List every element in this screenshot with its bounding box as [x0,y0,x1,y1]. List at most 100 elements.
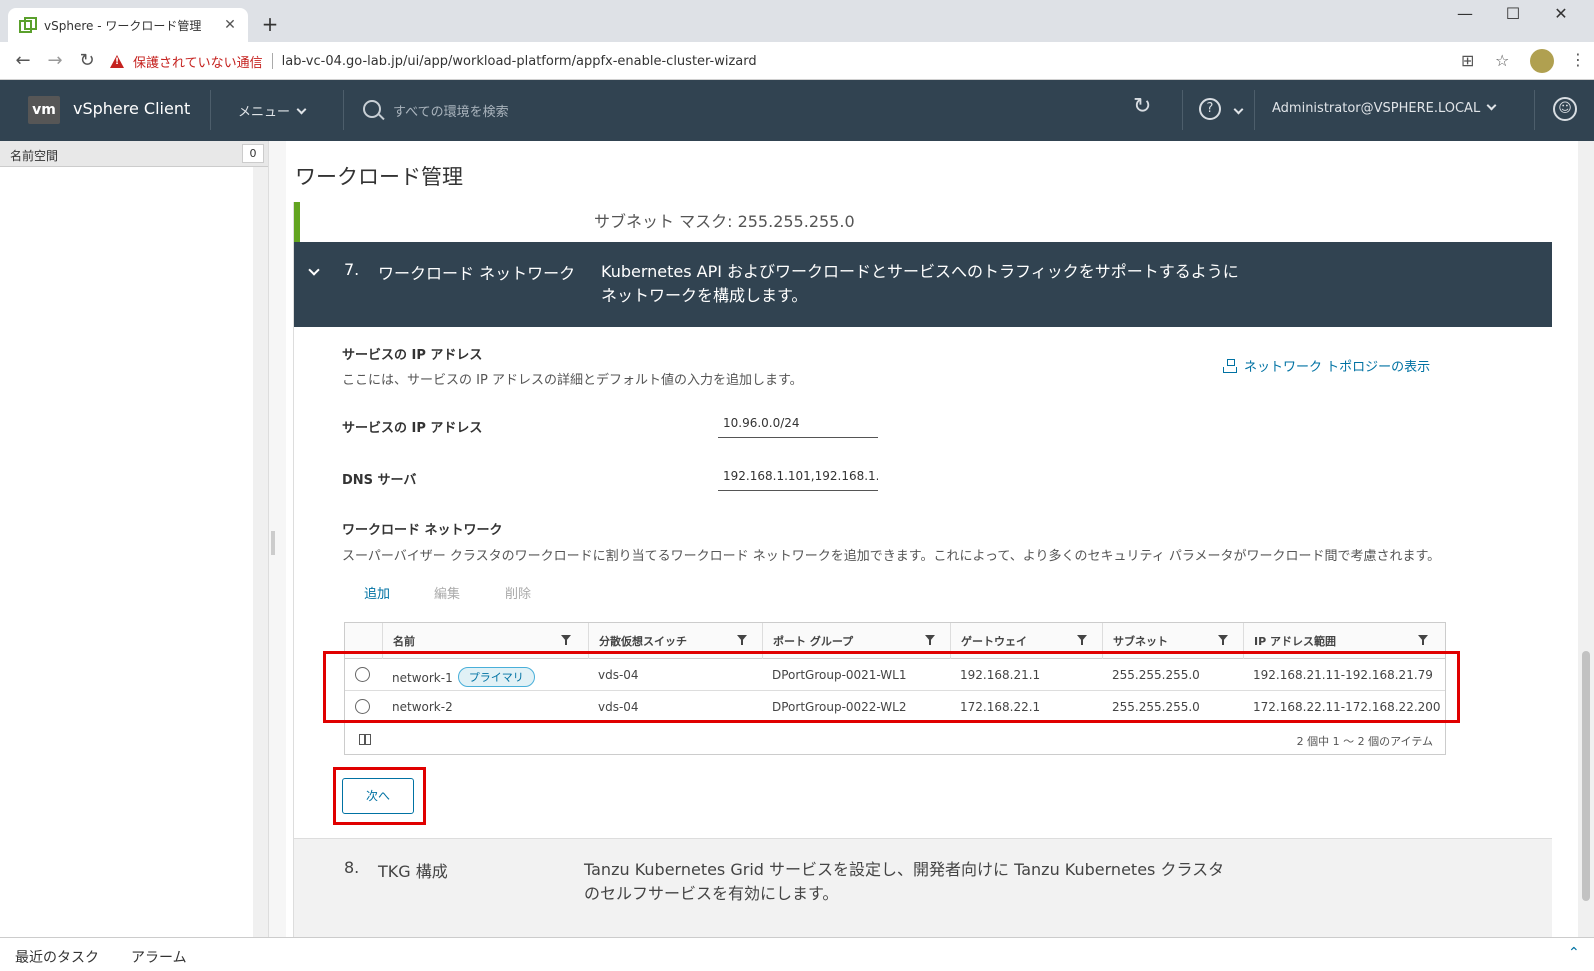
sidebar-header: 名前空間 0 [0,141,268,167]
column-toggle-icon[interactable] [359,734,371,745]
column-label: 名前 [393,635,415,648]
step-number: 8. [344,858,360,877]
add-network-button[interactable]: 追加 [364,583,390,602]
help-icon[interactable]: ? [1199,98,1221,120]
reload-icon[interactable]: ↻ [76,50,98,71]
subnet-mask-summary: サブネット マスク: 255.255.255.0 [594,212,855,231]
url-text[interactable]: lab-vc-04.go-lab.jp/ui/app/workload-plat… [282,54,757,69]
divider [1182,90,1183,130]
menu-label: メニュー [238,105,291,120]
divider [1534,90,1535,130]
topology-icon [1223,358,1237,373]
page-title: ワークロード管理 [295,165,463,189]
step-number: 7. [344,260,360,279]
security-label[interactable]: 保護されていない通信 [133,52,263,71]
dns-server-label: DNS サーバ [342,473,417,488]
expand-up-icon[interactable]: ⌃ [1568,945,1580,961]
main-scrollbar[interactable] [1578,141,1594,937]
step-description: Kubernetes API およびワークロードとサービスへのトラフィックをサポ… [601,262,1239,305]
translate-icon[interactable]: ⊞ [1461,51,1474,70]
edit-network-button[interactable]: 編集 [434,583,460,602]
url-field[interactable]: 保護されていない通信 lab-vc-04.go-lab.jp/ui/app/wo… [110,47,1570,75]
search-icon[interactable] [363,100,381,118]
column-label: サブネット [1113,635,1168,648]
namespace-sidebar: 名前空間 0 [0,141,268,937]
forward-icon[interactable]: → [44,50,66,71]
browser-tab-strip: vSphere - ワークロード管理 ✕ + — ☐ ✕ [0,0,1594,42]
topology-link-label: ネットワーク トポロジーの表示 [1244,360,1431,375]
menu-dropdown[interactable]: メニュー [238,101,307,120]
filter-icon[interactable] [1077,635,1087,645]
warning-icon [110,54,124,68]
step-6-summary: サブネット マスク: 255.255.255.0 [294,202,1552,242]
sidebar-scrollbar[interactable] [253,167,268,937]
workload-network-description: スーパーバイザー クラスタのワークロードに割り当てるワークロード ネットワークを… [342,549,1441,564]
delete-network-button[interactable]: 削除 [505,583,531,602]
browser-tab[interactable]: vSphere - ワークロード管理 ✕ [8,8,248,42]
browser-tab-title: vSphere - ワークロード管理 [44,18,202,33]
new-tab-button[interactable]: + [258,12,282,36]
workload-network-title: ワークロード ネットワーク [342,523,503,538]
network-topology-link[interactable]: ネットワーク トポロジーの表示 [1223,356,1430,375]
chevron-down-icon [1486,100,1497,111]
chevron-down-icon [296,104,307,115]
highlight-box-rows [323,651,1460,723]
profile-avatar[interactable] [1530,49,1554,73]
maximize-icon[interactable]: ☐ [1498,4,1528,23]
chevron-down-icon[interactable] [1233,104,1244,115]
recent-tasks-tab[interactable]: 最近のタスク [15,947,99,967]
filter-icon[interactable] [1218,635,1228,645]
dns-server-input[interactable]: 192.168.1.101,192.168.1.102 [718,463,878,491]
chevron-down-icon[interactable] [308,264,320,276]
browser-menu-icon[interactable]: ⋮ [1570,50,1586,69]
column-label: 分散仮想スイッチ [599,635,687,648]
step-8-header[interactable]: 8. TKG 構成 Tanzu Kubernetes Grid サービスを設定し… [294,839,1552,937]
scrollbar-thumb[interactable] [1582,651,1590,901]
close-tab-icon[interactable]: ✕ [222,17,238,33]
divider [343,90,344,130]
service-ip-label: サービスの IP アドレス [342,421,483,436]
filter-icon[interactable] [1418,635,1428,645]
highlight-box-next [333,767,426,825]
global-search-input[interactable]: すべての環境を検索 [393,101,509,120]
column-label: IP アドレス範囲 [1254,635,1336,648]
close-window-icon[interactable]: ✕ [1546,4,1576,23]
pane-splitter[interactable] [268,141,286,937]
step-name: TKG 構成 [378,862,448,881]
step-7-header[interactable]: 7. ワークロード ネットワーク Kubernetes API およびワークロー… [294,242,1552,327]
filter-icon[interactable] [737,635,747,645]
browser-address-bar: ← → ↻ 保護されていない通信 lab-vc-04.go-lab.jp/ui/… [0,42,1594,80]
minimize-icon[interactable]: — [1450,4,1480,23]
bookmark-star-icon[interactable]: ☆ [1495,51,1509,70]
column-label: ゲートウェイ [961,635,1027,648]
app-header: vm vSphere Client メニュー すべての環境を検索 ↻ ? Adm… [0,80,1594,141]
filter-icon[interactable] [925,635,935,645]
namespace-count-badge: 0 [242,144,264,163]
bottom-panel-bar: 最近のタスク アラーム ⌃ [0,937,1594,971]
app-name[interactable]: vSphere Client [73,99,190,118]
step-description: Tanzu Kubernetes Grid サービスを設定し、開発者向けに Ta… [584,860,1225,903]
divider [271,53,273,69]
splitter-grip[interactable] [271,531,275,555]
pagination-text: 2 個中 1 ～ 2 個のアイテム [1296,735,1433,748]
back-icon[interactable]: ← [12,50,34,71]
services-section-title: サービスの IP アドレス [342,348,483,363]
grid-footer: 2 個中 1 ～ 2 個のアイテム [345,724,1445,755]
services-section-description: ここには、サービスの IP アドレスの詳細とデフォルト値の入力を追加します。 [342,373,803,388]
feedback-smiley-icon[interactable]: ☺ [1553,97,1577,121]
vsphere-favicon-icon [18,17,37,33]
divider [1254,90,1255,130]
refresh-icon[interactable]: ↻ [1133,94,1151,119]
user-name: Administrator@VSPHERE.LOCAL [1272,101,1481,116]
column-label: ポート グループ [773,635,854,648]
alarms-tab[interactable]: アラーム [131,947,187,967]
vmware-logo[interactable]: vm [28,96,60,124]
step-7-body: サービスの IP アドレス ここには、サービスの IP アドレスの詳細とデフォル… [294,327,1552,839]
service-ip-input[interactable]: 10.96.0.0/24 [718,410,878,438]
step-name: ワークロード ネットワーク [378,264,576,283]
step-complete-indicator [294,202,300,242]
filter-icon[interactable] [561,635,571,645]
enable-cluster-wizard: サブネット マスク: 255.255.255.0 7. ワークロード ネットワー… [293,202,1552,937]
sidebar-header-label: 名前空間 [10,149,59,163]
user-menu[interactable]: Administrator@VSPHERE.LOCAL [1272,100,1497,116]
